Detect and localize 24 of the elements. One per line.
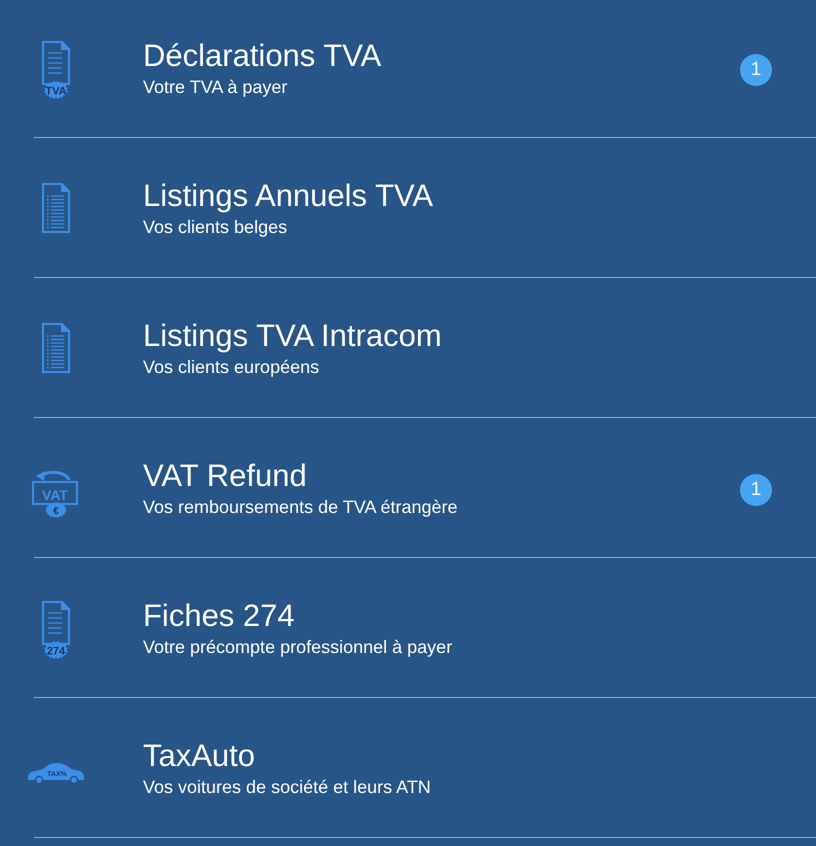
- item-subtitle: Vos voitures de société et leurs ATN: [143, 776, 432, 799]
- item-title: Fiches 274: [143, 597, 296, 635]
- list-document-icon: [42, 183, 70, 233]
- item-subtitle: Vos remboursements de TVA étrangère: [143, 496, 459, 519]
- icon-label: €: [53, 506, 59, 517]
- car-icon: [28, 763, 84, 784]
- list-document-icon: [42, 323, 70, 373]
- item-title: Listings TVA Intracom: [143, 317, 443, 355]
- document-seal-icon: [42, 601, 70, 659]
- item-subtitle: Vos clients européens: [143, 356, 320, 379]
- count-badge: 1: [740, 54, 772, 86]
- item-subtitle: Votre TVA à payer: [143, 76, 288, 99]
- item-subtitle: Vos clients belges: [143, 216, 288, 239]
- item-title: Déclarations TVA: [143, 37, 382, 75]
- icon-label: VAT: [42, 487, 68, 503]
- item-title: Listings Annuels TVA: [143, 177, 434, 215]
- icon-label: 274: [46, 646, 66, 658]
- icon-label: TVA: [45, 86, 67, 98]
- item-subtitle: Votre précompte professionnel à payer: [143, 636, 454, 659]
- item-title: VAT Refund: [143, 457, 308, 495]
- refund-icon: [32, 470, 78, 518]
- item-title: TaxAuto: [143, 737, 256, 775]
- document-seal-icon: [42, 41, 70, 99]
- count-badge: 1: [740, 474, 772, 506]
